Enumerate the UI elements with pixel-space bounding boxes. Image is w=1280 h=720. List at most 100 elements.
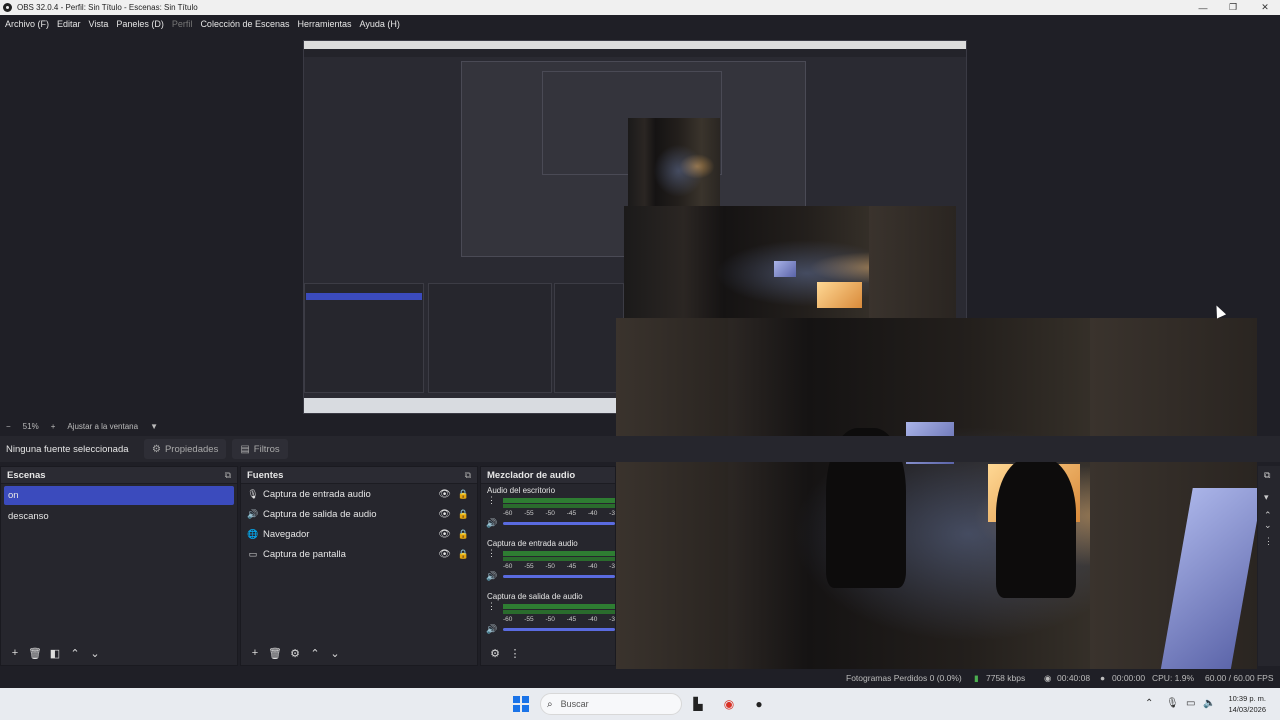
menu-vista[interactable]: Vista xyxy=(89,19,109,29)
volume-slider[interactable] xyxy=(503,575,615,578)
menu-editar[interactable]: Editar xyxy=(57,19,81,29)
obs-taskbar-icon[interactable]: ● xyxy=(751,696,767,712)
menu-bar: Archivo (F) Editar Vista Paneles (D) Per… xyxy=(0,15,1280,33)
undock-icon[interactable]: ⧉ xyxy=(1264,470,1270,481)
tick: -60 xyxy=(503,510,513,517)
remove-scene-icon[interactable]: 🗑 xyxy=(25,647,45,660)
mixer-header: Mezclador de audio xyxy=(481,467,615,484)
move-down-icon[interactable]: ⌄ xyxy=(85,647,105,660)
menu-archivo[interactable]: Archivo (F) xyxy=(5,19,49,29)
title-bar: OBS 32.0.4 - Perfil: Sin Título - Escena… xyxy=(0,0,1280,15)
move-up-icon[interactable]: ⌃ xyxy=(65,647,85,660)
scene-filters-icon[interactable]: ◧ xyxy=(45,647,65,660)
source-settings-icon[interactable]: ⚙ xyxy=(285,647,305,660)
filters-button[interactable]: ▤ Filtros xyxy=(232,439,288,459)
clock-time: 10:39 p. m. xyxy=(1228,694,1266,703)
meter-ticks: -60 -55 -50 -45 -40 -3 xyxy=(503,616,615,623)
volume-icon[interactable]: 🔈 xyxy=(1203,698,1215,709)
channel-name: Audio del escritorio xyxy=(487,486,556,495)
source-item-audio-input[interactable]: 🎙 Captura de entrada audio 👁 🔒 xyxy=(241,484,477,504)
tick: -40 xyxy=(587,563,598,570)
record-time: 00:00:00 xyxy=(1112,673,1146,683)
monitor-icon: ▭ xyxy=(248,548,258,559)
zoom-fit-label[interactable]: Ajustar a la ventana xyxy=(67,422,138,431)
mute-speaker-icon[interactable]: 🔊 xyxy=(486,624,497,635)
scenes-header: Escenas ⧉ xyxy=(1,467,237,484)
spin-down-icon[interactable]: ⌄ xyxy=(1264,520,1272,531)
tick: -3 xyxy=(609,510,615,517)
record-icon: ● xyxy=(1100,673,1106,683)
tick: -45 xyxy=(566,563,577,570)
channel-menu-icon[interactable]: ⋮ xyxy=(487,602,496,611)
channel-menu-icon[interactable]: ⋮ xyxy=(487,496,496,505)
network-icon[interactable]: ▭ xyxy=(1186,698,1195,709)
zoom-out-button[interactable]: − xyxy=(6,422,11,431)
menu-perfil[interactable]: Perfil xyxy=(172,19,193,29)
volume-slider[interactable] xyxy=(503,522,615,525)
task-view-icon[interactable]: ▙ xyxy=(690,696,706,712)
tick: -3 xyxy=(609,563,615,570)
taskbar-search[interactable]: ⌕ Buscar xyxy=(540,693,682,715)
menu-paneles[interactable]: Paneles (D) xyxy=(116,19,164,29)
scene-item-on[interactable]: on xyxy=(4,486,234,505)
volume-slider[interactable] xyxy=(503,628,615,631)
windows-start-icon[interactable] xyxy=(513,696,529,712)
mute-speaker-icon[interactable]: 🔊 xyxy=(486,571,497,582)
mixer-menu-icon[interactable]: ⋮ xyxy=(505,647,525,660)
lock-icon[interactable]: 🔒 xyxy=(458,549,469,560)
mixer-toolbar: ⚙ ⋮ xyxy=(481,641,615,665)
more-icon[interactable]: ⋮ xyxy=(1264,536,1273,547)
move-up-icon[interactable]: ⌃ xyxy=(305,647,325,660)
gear-icon: ⚙ xyxy=(152,443,161,455)
add-scene-icon[interactable]: + xyxy=(5,647,25,659)
properties-label: Propiedades xyxy=(164,443,219,455)
advanced-audio-icon[interactable]: ⚙ xyxy=(485,647,505,660)
tick: -40 xyxy=(587,510,598,517)
source-item-audio-output[interactable]: 🔊 Captura de salida de audio 👁 🔒 xyxy=(241,504,477,524)
tick: -60 xyxy=(503,616,513,623)
menu-herramientas[interactable]: Herramientas xyxy=(298,19,352,29)
eye-icon[interactable]: 👁 xyxy=(438,529,451,540)
close-button[interactable]: ✕ xyxy=(1250,0,1280,15)
taskbar-clock[interactable]: 10:39 p. m. 14/03/2026 xyxy=(1228,693,1266,715)
menu-ayuda[interactable]: Ayuda (H) xyxy=(360,19,400,29)
eye-icon[interactable]: 👁 xyxy=(438,549,451,560)
channel-name: Captura de salida de audio xyxy=(487,592,583,601)
eye-icon[interactable]: 👁 xyxy=(438,509,451,520)
microphone-icon[interactable]: 🎙 xyxy=(1166,698,1179,709)
undock-icon[interactable]: ⧉ xyxy=(225,470,231,481)
nested-sources-panel xyxy=(428,283,552,393)
properties-button[interactable]: ⚙ Propiedades xyxy=(144,439,227,459)
lock-icon[interactable]: 🔒 xyxy=(458,509,469,520)
tray-chevron-icon[interactable]: ⌃ xyxy=(1145,698,1153,709)
scene-item-descanso[interactable]: descanso xyxy=(4,507,234,526)
remove-source-icon[interactable]: 🗑 xyxy=(265,647,285,660)
maximize-button[interactable]: ❐ xyxy=(1218,0,1248,15)
add-source-icon[interactable]: + xyxy=(245,647,265,659)
chrome-icon[interactable]: ◉ xyxy=(721,696,737,712)
source-item-screen-capture[interactable]: ▭ Captura de pantalla 👁 🔒 xyxy=(241,544,477,564)
dropdown-icon[interactable]: ▾ xyxy=(1264,492,1269,503)
lock-icon[interactable]: 🔒 xyxy=(458,529,469,540)
clock-date: 14/03/2026 xyxy=(1228,705,1266,714)
lock-icon[interactable]: 🔒 xyxy=(458,489,469,500)
channel-menu-icon[interactable]: ⋮ xyxy=(487,549,496,558)
globe-icon: 🌐 xyxy=(247,528,259,539)
zoom-dropdown-icon[interactable]: ▼ xyxy=(150,422,158,431)
zoom-in-button[interactable]: + xyxy=(51,422,56,431)
level-meter xyxy=(503,498,615,503)
mute-speaker-icon[interactable]: 🔊 xyxy=(486,518,497,529)
level-meter xyxy=(503,551,615,556)
channel-name: Captura de entrada audio xyxy=(487,539,578,548)
undock-icon[interactable]: ⧉ xyxy=(465,470,471,481)
audio-mixer-dock: Mezclador de audio Audio del escritorio … xyxy=(480,466,616,666)
minimize-button[interactable]: — xyxy=(1188,0,1218,15)
move-down-icon[interactable]: ⌄ xyxy=(325,647,345,660)
eye-icon[interactable]: 👁 xyxy=(438,489,451,500)
sources-header: Fuentes ⧉ xyxy=(241,467,477,484)
mixer-channel: Audio del escritorio ⋮ -60 -55 -50 -45 -40 -3… xyxy=(481,484,615,537)
window-title: OBS 32.0.4 - Perfil: Sin Título - Escena… xyxy=(17,3,198,12)
menu-coleccion-escenas[interactable]: Colección de Escenas xyxy=(200,19,289,29)
cpu-usage: CPU: 1.9% xyxy=(1152,673,1195,683)
source-item-browser[interactable]: 🌐 Navegador 👁 🔒 xyxy=(241,524,477,544)
